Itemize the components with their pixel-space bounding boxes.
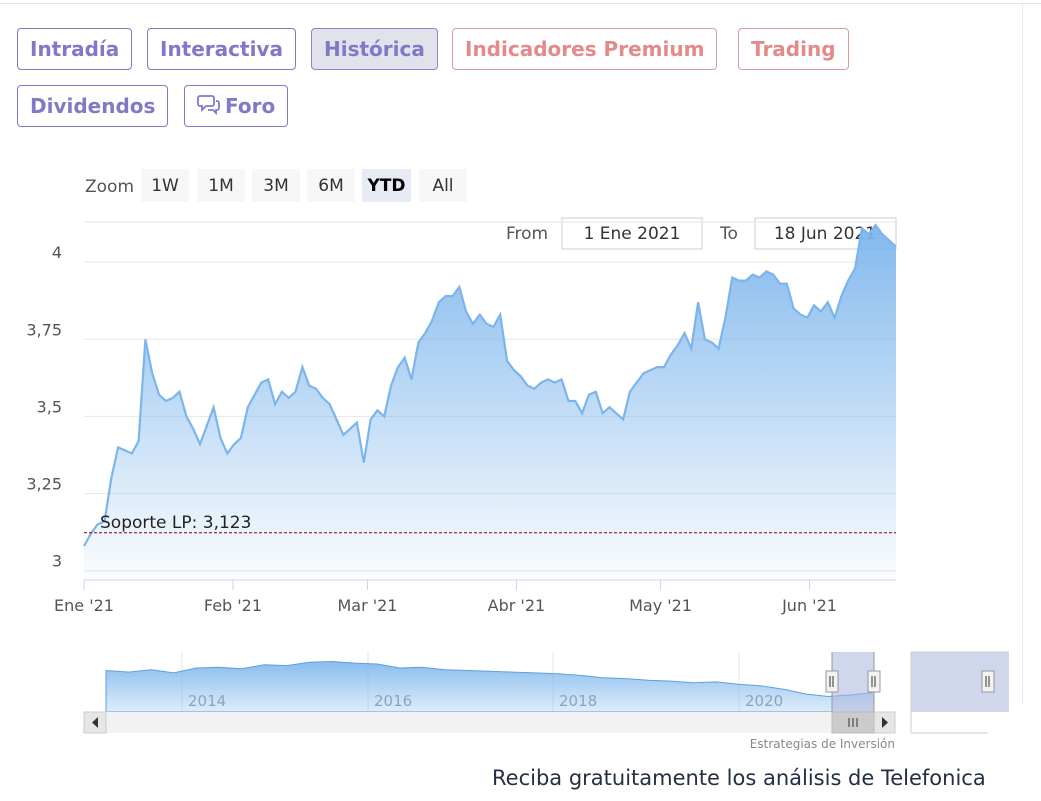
y-tick-label: 3,25: [26, 475, 62, 494]
x-tick-label: Feb '21: [204, 596, 262, 615]
x-axis: Ene '21 Feb '21 Mar '21 Abr '21 May '21 Jun '…: [54, 580, 837, 615]
tab-foro[interactable]: Foro: [184, 85, 289, 128]
chat-bubbles-icon: [197, 88, 221, 128]
navigator-right-handle[interactable]: [867, 670, 881, 693]
x-tick-label: Abr '21: [488, 596, 546, 615]
x-tick-label: Mar '21: [337, 596, 397, 615]
cta-text: Reciba gratuitamente los análisis de Tel…: [492, 766, 986, 790]
top-divider: [0, 3, 1041, 4]
support-label: Soporte LP: 3,123: [100, 513, 251, 533]
zoom-button-label: 1M: [208, 176, 233, 196]
tab-dividendos[interactable]: Dividendos: [17, 85, 169, 127]
y-axis: 3 3,25 3,5 3,75 4: [26, 243, 62, 571]
y-tick-label: 3: [52, 552, 62, 571]
y-tick-label: 4: [52, 243, 62, 262]
tab-trading[interactable]: Trading: [738, 28, 849, 70]
zoom-button-1m[interactable]: 1M: [197, 169, 245, 202]
y-tick-label: 3,5: [37, 397, 62, 416]
zoom-button-label: 6M: [318, 176, 343, 196]
tab-intradia[interactable]: Intradía: [17, 28, 133, 70]
navigator-overflow-handle[interactable]: [981, 670, 995, 693]
zoom-button-ytd[interactable]: YTD: [362, 169, 411, 202]
zoom-button-label: 1W: [151, 176, 179, 196]
tab-foro-label: Foro: [225, 94, 276, 118]
stock-chart: Zoom 1W 1M 3M 6M YTD All From 1 Ene 2021 To 1…: [26, 169, 1009, 750]
x-tick-label: Jun '21: [781, 596, 837, 615]
tab-historica[interactable]: Histórica: [311, 28, 438, 70]
navigator-left-handle[interactable]: [825, 670, 839, 693]
zoom-label: Zoom: [85, 177, 134, 197]
range-from-label: From: [506, 224, 548, 244]
zoom-button-all[interactable]: All: [419, 169, 467, 202]
tab-interactiva[interactable]: Interactiva: [147, 28, 296, 70]
chart-credit: Estrategias de Inversión: [750, 737, 895, 750]
zoom-button-label: YTD: [366, 176, 405, 196]
range-to-label: To: [719, 224, 738, 244]
zoom-button-label: All: [432, 176, 453, 196]
range-from-value: 1 Ene 2021: [584, 224, 681, 244]
zoom-button-3m[interactable]: 3M: [252, 169, 300, 202]
zoom-button-1w[interactable]: 1W: [141, 169, 189, 202]
x-tick-label: Ene '21: [54, 596, 114, 615]
y-tick-label: 3,75: [26, 320, 62, 339]
zoom-button-label: 3M: [263, 176, 288, 196]
zoom-button-6m[interactable]: 6M: [307, 169, 355, 202]
x-tick-label: May '21: [629, 596, 692, 615]
scrollbar-track[interactable]: [84, 712, 895, 733]
tab-indicadores-premium[interactable]: Indicadores Premium: [452, 28, 718, 70]
